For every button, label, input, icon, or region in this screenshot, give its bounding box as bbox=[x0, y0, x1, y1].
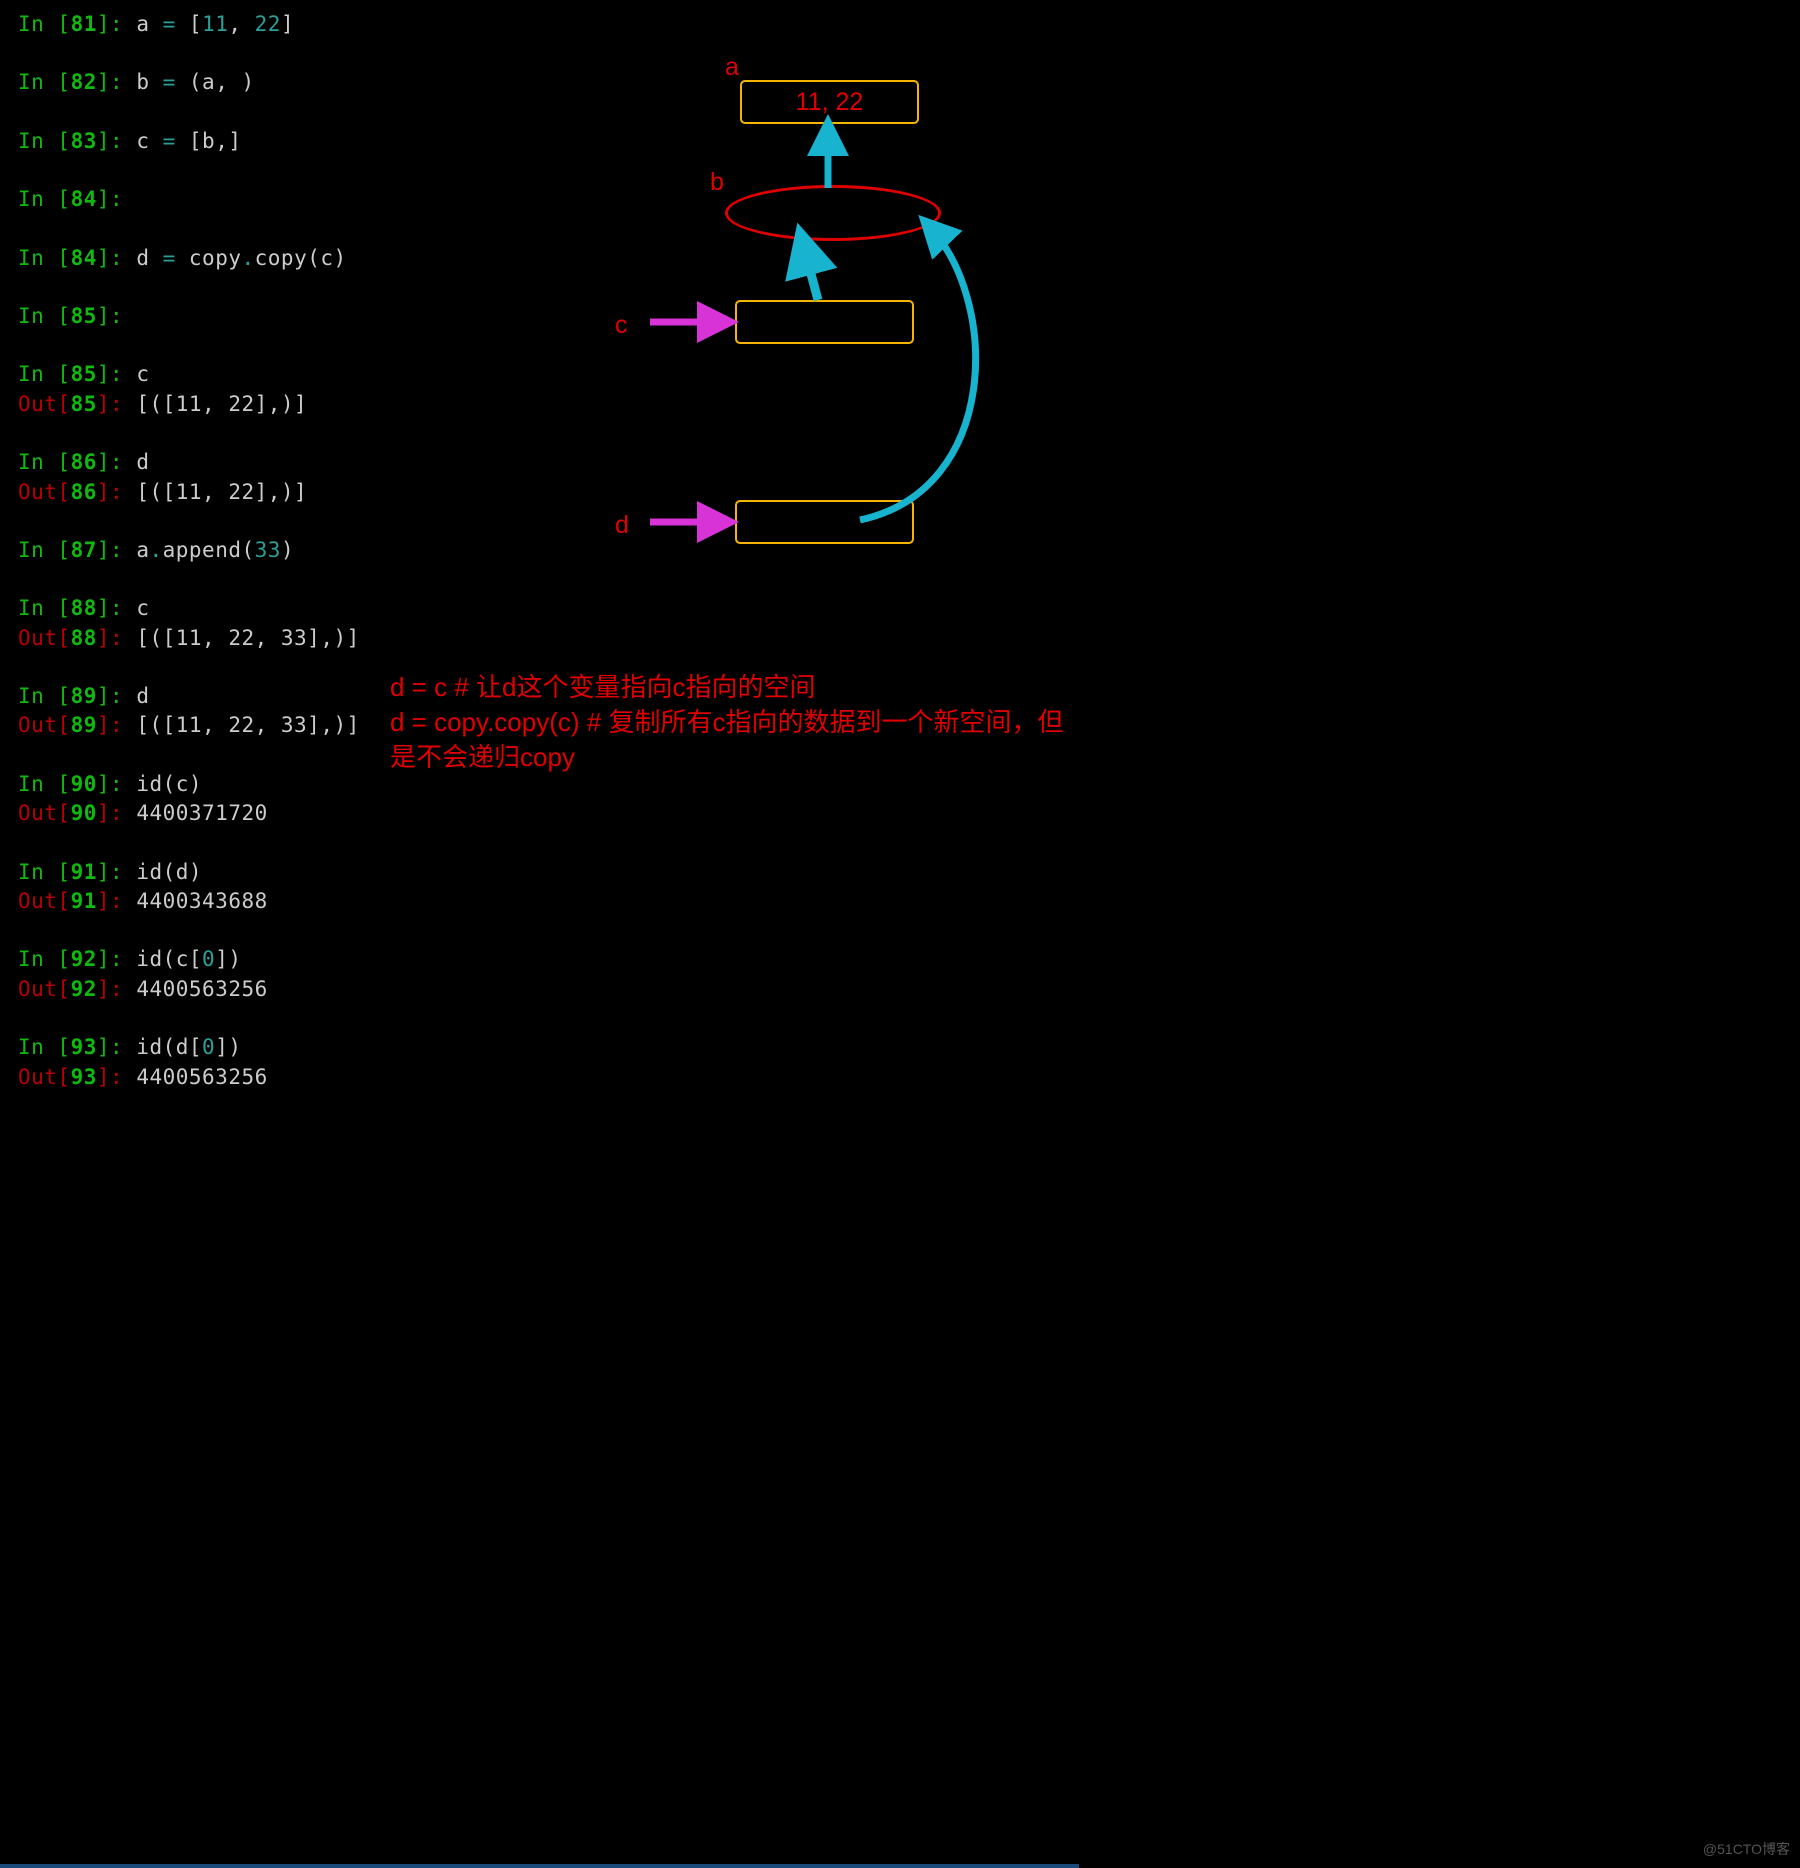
out-cell: Out[92]: 4400563256 bbox=[18, 975, 578, 1004]
diagram-arrows bbox=[580, 0, 1100, 570]
in-cell: In [83]: c = [b,] bbox=[18, 127, 578, 156]
in-cell: In [92]: id(c[0]) bbox=[18, 945, 578, 974]
in-cell: In [93]: id(d[0]) bbox=[18, 1033, 578, 1062]
out-cell: Out[91]: 4400343688 bbox=[18, 887, 578, 916]
in-cell: In [87]: a.append(33) bbox=[18, 536, 578, 565]
in-cell: In [86]: d bbox=[18, 448, 578, 477]
status-bar bbox=[0, 1864, 1079, 1868]
ipython-terminal[interactable]: In [81]: a = [11, 22] In [82]: b = (a, ) I… bbox=[0, 0, 596, 1102]
note-line-2: d = copy.copy(c) # 复制所有c指向的数据到一个新空间，但是不会… bbox=[390, 705, 1070, 775]
out-cell: Out[88]: [([11, 22, 33],)] bbox=[18, 624, 578, 653]
in-cell: In [84]: bbox=[18, 185, 578, 214]
in-cell: In [91]: id(d) bbox=[18, 858, 578, 887]
in-cell: In [88]: c bbox=[18, 594, 578, 623]
explain-note: d = c # 让d这个变量指向c指向的空间 d = copy.copy(c) … bbox=[390, 670, 1070, 775]
note-line-1: d = c # 让d这个变量指向c指向的空间 bbox=[390, 670, 1070, 705]
in-cell: In [84]: d = copy.copy(c) bbox=[18, 244, 578, 273]
watermark: @51CTO博客 bbox=[1703, 1840, 1790, 1860]
out-cell: Out[85]: [([11, 22],)] bbox=[18, 390, 578, 419]
in-cell: In [82]: b = (a, ) bbox=[18, 68, 578, 97]
out-cell: Out[86]: [([11, 22],)] bbox=[18, 478, 578, 507]
in-cell: In [81]: a = [11, 22] bbox=[18, 10, 578, 39]
in-cell: In [85]: c bbox=[18, 360, 578, 389]
out-cell: Out[90]: 4400371720 bbox=[18, 799, 578, 828]
out-cell: Out[93]: 4400563256 bbox=[18, 1063, 578, 1092]
in-cell: In [85]: bbox=[18, 302, 578, 331]
memory-diagram: a 11, 22 b c d bbox=[580, 0, 1100, 570]
